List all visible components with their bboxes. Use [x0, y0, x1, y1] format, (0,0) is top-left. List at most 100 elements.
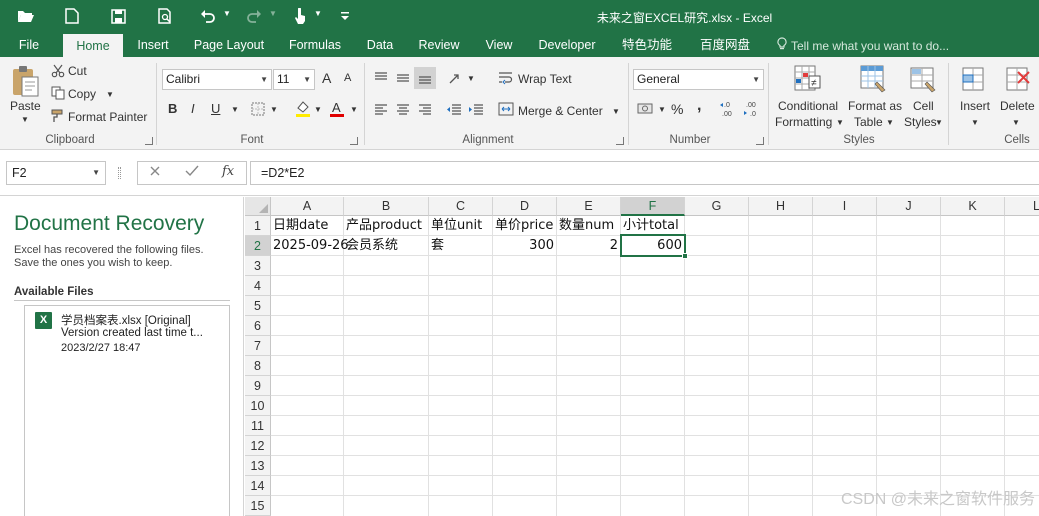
conditional-formatting-button-line2[interactable]: Formatting [775, 115, 832, 129]
tab-baidu-netdisk[interactable]: 百度网盘 [694, 33, 756, 57]
column-header-a[interactable]: A [271, 197, 344, 216]
row-header-3[interactable]: 3 [245, 256, 271, 276]
cell-a1[interactable]: 日期date [271, 216, 344, 236]
select-all-button[interactable] [245, 197, 271, 216]
merge-center-button[interactable]: Merge & Center [518, 104, 603, 118]
cell-d2[interactable]: 300 [493, 236, 556, 256]
orientation-icon[interactable] [446, 69, 466, 87]
percent-style-button[interactable]: % [671, 101, 683, 117]
recovered-file-item[interactable]: X 学员档案表.xlsx [Original] Version created … [24, 305, 230, 516]
format-as-table-button-line1[interactable]: Format as [848, 99, 902, 113]
conditional-formatting-button-line1[interactable]: Conditional [778, 99, 838, 113]
font-color-icon[interactable]: A [328, 99, 346, 119]
accounting-dropdown-icon[interactable]: ▼ [658, 105, 666, 114]
row-header-11[interactable]: 11 [245, 416, 271, 436]
tab-home[interactable]: Home [63, 34, 123, 58]
row-header-13[interactable]: 13 [245, 456, 271, 476]
align-bottom-icon[interactable] [414, 67, 436, 89]
cell-e1[interactable]: 数量num [557, 216, 621, 236]
insert-function-icon[interactable]: fx [222, 164, 234, 179]
cell-a2[interactable]: 2025-09-26 [271, 236, 349, 256]
cell-styles-dropdown-icon[interactable]: ▼ [935, 118, 943, 127]
insert-button[interactable]: Insert [960, 99, 990, 113]
conditional-formatting-dropdown-icon[interactable]: ▼ [836, 118, 844, 127]
format-as-table-dropdown-icon[interactable]: ▼ [886, 118, 894, 127]
align-top-icon[interactable] [372, 69, 390, 87]
number-dialog-launcher[interactable] [756, 137, 764, 145]
row-header-5[interactable]: 5 [245, 296, 271, 316]
fill-handle[interactable] [682, 253, 688, 259]
cancel-icon[interactable] [149, 165, 161, 180]
column-header-g[interactable]: G [685, 197, 749, 216]
row-header-1[interactable]: 1 [245, 216, 271, 236]
accounting-format-icon[interactable] [636, 101, 656, 117]
increase-decimal-icon[interactable]: .0.00 [720, 99, 740, 119]
alignment-dialog-launcher[interactable] [616, 137, 624, 145]
column-header-k[interactable]: K [941, 197, 1005, 216]
row-header-9[interactable]: 9 [245, 376, 271, 396]
row-header-4[interactable]: 4 [245, 276, 271, 296]
align-middle-icon[interactable] [394, 69, 412, 87]
delete-button[interactable]: Delete [1000, 99, 1035, 113]
italic-button[interactable]: I [191, 101, 195, 116]
tab-special-features[interactable]: 特色功能 [616, 33, 678, 57]
row-header-8[interactable]: 8 [245, 356, 271, 376]
font-size-select[interactable]: 11 ▼ [273, 69, 315, 90]
font-color-dropdown-icon[interactable]: ▼ [350, 105, 358, 114]
column-header-f[interactable]: F [621, 197, 685, 216]
cell-d1[interactable]: 单价price [493, 216, 557, 236]
cell-e2[interactable]: 2 [557, 236, 620, 256]
align-left-icon[interactable] [372, 101, 390, 119]
number-format-select[interactable]: General ▼ [633, 69, 764, 90]
enter-icon[interactable] [185, 165, 199, 180]
cell-c1[interactable]: 单位unit [429, 216, 493, 236]
cell-f1[interactable]: 小计total [621, 216, 685, 236]
tell-me-box[interactable]: Tell me what you want to do... [777, 37, 949, 53]
grow-font-button[interactable]: A [322, 70, 331, 86]
row-header-7[interactable]: 7 [245, 336, 271, 356]
column-header-l[interactable]: L [1005, 197, 1039, 216]
tab-file[interactable]: File [8, 33, 50, 57]
font-family-select[interactable]: Calibri ▼ [162, 69, 272, 90]
orientation-dropdown-icon[interactable]: ▼ [467, 74, 475, 83]
name-box[interactable]: F2 ▼ [6, 161, 106, 185]
decrease-decimal-icon[interactable]: .00.0 [744, 99, 764, 119]
column-header-c[interactable]: C [429, 197, 493, 216]
paste-icon[interactable] [9, 63, 41, 99]
shrink-font-button[interactable]: A [344, 72, 351, 84]
row-header-10[interactable]: 10 [245, 396, 271, 416]
column-header-d[interactable]: D [493, 197, 557, 216]
comma-style-button[interactable]: , [697, 97, 701, 115]
column-header-b[interactable]: B [344, 197, 429, 216]
row-header-12[interactable]: 12 [245, 436, 271, 456]
paste-button[interactable]: Paste [10, 99, 41, 113]
cut-button[interactable]: Cut [68, 64, 87, 78]
tab-insert[interactable]: Insert [132, 33, 174, 57]
column-header-e[interactable]: E [557, 197, 621, 216]
align-center-icon[interactable] [394, 101, 412, 119]
row-header-6[interactable]: 6 [245, 316, 271, 336]
copy-button[interactable]: Copy [68, 87, 96, 101]
column-header-h[interactable]: H [749, 197, 813, 216]
format-painter-button[interactable]: Format Painter [68, 110, 147, 124]
underline-button[interactable]: U [211, 101, 220, 116]
fill-color-dropdown-icon[interactable]: ▼ [314, 105, 322, 114]
worksheet-grid[interactable]: A B C D E F G H I J K L 1 2 3 4 5 6 7 8 … [245, 197, 1039, 516]
bold-button[interactable]: B [168, 101, 177, 116]
borders-dropdown-icon[interactable]: ▼ [270, 105, 278, 114]
borders-icon[interactable] [250, 101, 266, 117]
paste-dropdown-icon[interactable]: ▼ [21, 115, 29, 124]
tab-review[interactable]: Review [414, 33, 464, 57]
cell-styles-button-line2[interactable]: Styles [904, 115, 937, 129]
format-as-table-button-line2[interactable]: Table [854, 115, 883, 129]
column-header-i[interactable]: I [813, 197, 877, 216]
align-right-icon[interactable] [416, 101, 434, 119]
column-header-j[interactable]: J [877, 197, 941, 216]
merge-dropdown-icon[interactable]: ▼ [612, 107, 620, 116]
formula-input[interactable]: =D2*E2 [250, 161, 1039, 185]
row-header-15[interactable]: 15 [245, 496, 271, 516]
copy-dropdown-icon[interactable]: ▼ [106, 90, 114, 99]
insert-dropdown-icon[interactable]: ▼ [971, 118, 979, 127]
tab-view[interactable]: View [480, 33, 518, 57]
formula-bar-splitter[interactable] [118, 167, 121, 179]
